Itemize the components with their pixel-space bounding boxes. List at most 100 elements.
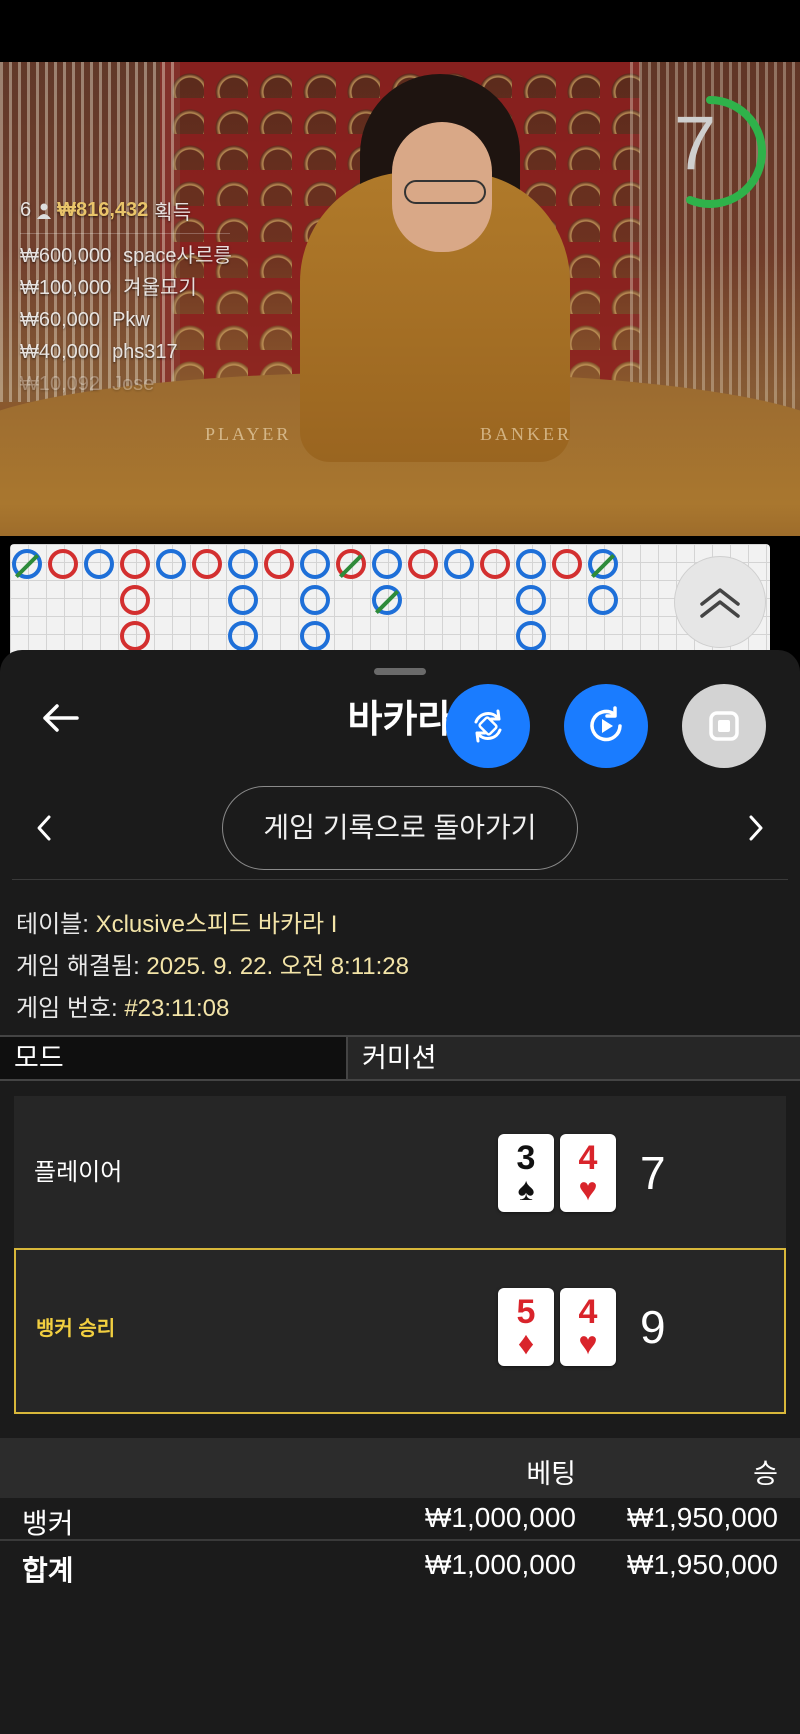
winners-suffix: 획득 xyxy=(154,202,192,224)
roadmap-bead xyxy=(120,621,150,651)
roadmap-bead xyxy=(444,549,474,579)
roadmap-bead xyxy=(48,549,78,579)
player-card: 3 ♠ xyxy=(498,1134,554,1212)
divider xyxy=(12,879,788,880)
dealer-glasses xyxy=(404,180,486,204)
card-suit: ♥ xyxy=(578,1325,598,1361)
roadmap-bead xyxy=(372,549,402,579)
bet-row-total: 합계 ₩1,000,000 ₩1,950,000 xyxy=(0,1543,800,1589)
table-info: 테이블: Xclusive스피드 바카라 I xyxy=(16,904,337,939)
roadmap-bead xyxy=(120,585,150,615)
card-rank: 5 xyxy=(516,1293,536,1331)
roadmap-bead xyxy=(228,621,258,651)
winner-amount: ₩10,092 xyxy=(20,373,101,395)
table-info-label: 테이블: xyxy=(16,911,89,938)
chevron-right-icon xyxy=(749,815,763,841)
winner-amount: ₩60,000 xyxy=(20,309,101,331)
mode-label: 모드 xyxy=(0,1037,348,1079)
next-game-button[interactable] xyxy=(736,808,776,848)
column-win: 승 xyxy=(753,1459,778,1489)
winners-overlay: 6 ₩816,432 획득 ₩600,000 space사르릉 ₩100,000 겨… xyxy=(20,196,232,400)
winner-row: ₩40,000 phs317 xyxy=(20,336,232,368)
page-title: 바카라 xyxy=(347,699,453,741)
sheet-drag-handle[interactable] xyxy=(374,668,426,675)
winner-row: ₩60,000 Pkw xyxy=(20,304,232,336)
roadmap-bead xyxy=(264,549,294,579)
card-rank: 4 xyxy=(578,1139,598,1177)
table-banker-text: BANKER xyxy=(480,424,573,444)
replay-icon xyxy=(590,706,622,742)
roadmap-bead xyxy=(12,549,42,579)
roadmap-bead xyxy=(228,549,258,579)
card-rank: 4 xyxy=(578,1293,598,1331)
column-bet: 베팅 xyxy=(526,1459,576,1489)
roadmap-bead xyxy=(552,549,582,579)
winner-name: phs317 xyxy=(112,341,178,363)
banker-card: 4 ♥ xyxy=(560,1288,616,1366)
result-panel: 플레이어 3 ♠ 4 ♥ 7 뱅커 승리 5 ♦ 4 ♥ 9 xyxy=(14,1096,786,1414)
roadmap-bead xyxy=(480,549,510,579)
back-to-history-button[interactable]: 게임 기록으로 돌아가기 xyxy=(222,786,578,870)
mode-value: 커미션 xyxy=(348,1037,800,1079)
table-player-text: PLAYER xyxy=(205,424,292,444)
previous-game-button[interactable] xyxy=(24,808,64,848)
bet-row-win: ₩1,950,000 xyxy=(627,1502,778,1533)
roadmap-bead xyxy=(228,585,258,615)
person-icon xyxy=(37,203,52,219)
history-nav: 게임 기록으로 돌아가기 xyxy=(0,786,800,872)
roadmap-bead xyxy=(300,549,330,579)
roadmap-bead xyxy=(588,585,618,615)
bet-row-label: 뱅커 xyxy=(22,1508,74,1539)
player-label: 플레이어 xyxy=(34,1159,123,1186)
bet-row-bet: ₩1,000,000 xyxy=(425,1502,576,1533)
game-number-value: #23:11:08 xyxy=(124,995,230,1022)
countdown-value: 7 xyxy=(673,101,717,186)
game-history-sheet: 바카라 게임 기록으로 돌아가기 테이블: Xclusive스피드 바카라 I … xyxy=(0,650,800,1734)
card-suit: ♦ xyxy=(517,1325,535,1361)
roadmap-bead xyxy=(516,585,546,615)
stop-icon xyxy=(709,711,739,741)
roadmap-bead xyxy=(516,549,546,579)
card-suit: ♠ xyxy=(517,1171,535,1207)
player-card: 4 ♥ xyxy=(560,1134,616,1212)
table-info-value: Xclusive스피드 바카라 I xyxy=(95,911,338,938)
bet-row-win: ₩1,950,000 xyxy=(627,1549,778,1580)
winners-summary: 6 ₩816,432 획득 xyxy=(20,196,230,234)
resolved-info-label: 게임 해결됨: xyxy=(16,953,140,980)
roadmap-bead xyxy=(156,549,186,579)
winner-row: ₩10,092 Jose xyxy=(20,368,232,400)
winner-name: 겨울모기 xyxy=(123,277,197,299)
replay-video-button[interactable] xyxy=(564,684,648,768)
mode-row: 모드 커미션 xyxy=(0,1035,800,1081)
roadmap-bead xyxy=(192,549,222,579)
roadmap-bead xyxy=(588,549,618,579)
winner-amount: ₩40,000 xyxy=(20,341,101,363)
winner-name: Jose xyxy=(112,373,155,395)
banker-win-label: 뱅커 승리 xyxy=(36,1318,116,1340)
resolved-info: 게임 해결됨: 2025. 9. 22. 오전 8:11:28 xyxy=(16,946,409,981)
roadmap-grid[interactable] xyxy=(10,544,770,654)
roadmap-bead xyxy=(372,585,402,615)
roadmap-bead xyxy=(84,549,114,579)
game-number-info: 게임 번호: #23:11:08 xyxy=(16,988,229,1023)
chevron-left-icon xyxy=(37,815,51,841)
rotate-icon xyxy=(474,709,502,743)
roadmap-bead xyxy=(336,549,366,579)
player-score: 7 xyxy=(640,1147,666,1199)
rotate-view-button[interactable] xyxy=(446,684,530,768)
winner-amount: ₩100,000 xyxy=(20,277,112,299)
bet-row-bet: ₩1,000,000 xyxy=(425,1549,576,1580)
winner-amount: ₩600,000 xyxy=(20,245,112,267)
roadmap-bead xyxy=(300,585,330,615)
game-number-label: 게임 번호: xyxy=(16,995,118,1022)
winner-row: ₩100,000 겨울모기 xyxy=(20,272,232,304)
card-suit: ♥ xyxy=(578,1171,598,1207)
winner-name: space사르릉 xyxy=(123,245,232,267)
expand-roadmap-button[interactable] xyxy=(674,556,766,648)
stop-button[interactable] xyxy=(682,684,766,768)
roadmap-bead xyxy=(300,621,330,651)
banker-card: 5 ♦ xyxy=(498,1288,554,1366)
winners-amount: ₩816,432 xyxy=(57,199,149,221)
bet-row-banker: 뱅커 ₩1,000,000 ₩1,950,000 xyxy=(0,1496,800,1542)
status-bar xyxy=(0,0,800,62)
